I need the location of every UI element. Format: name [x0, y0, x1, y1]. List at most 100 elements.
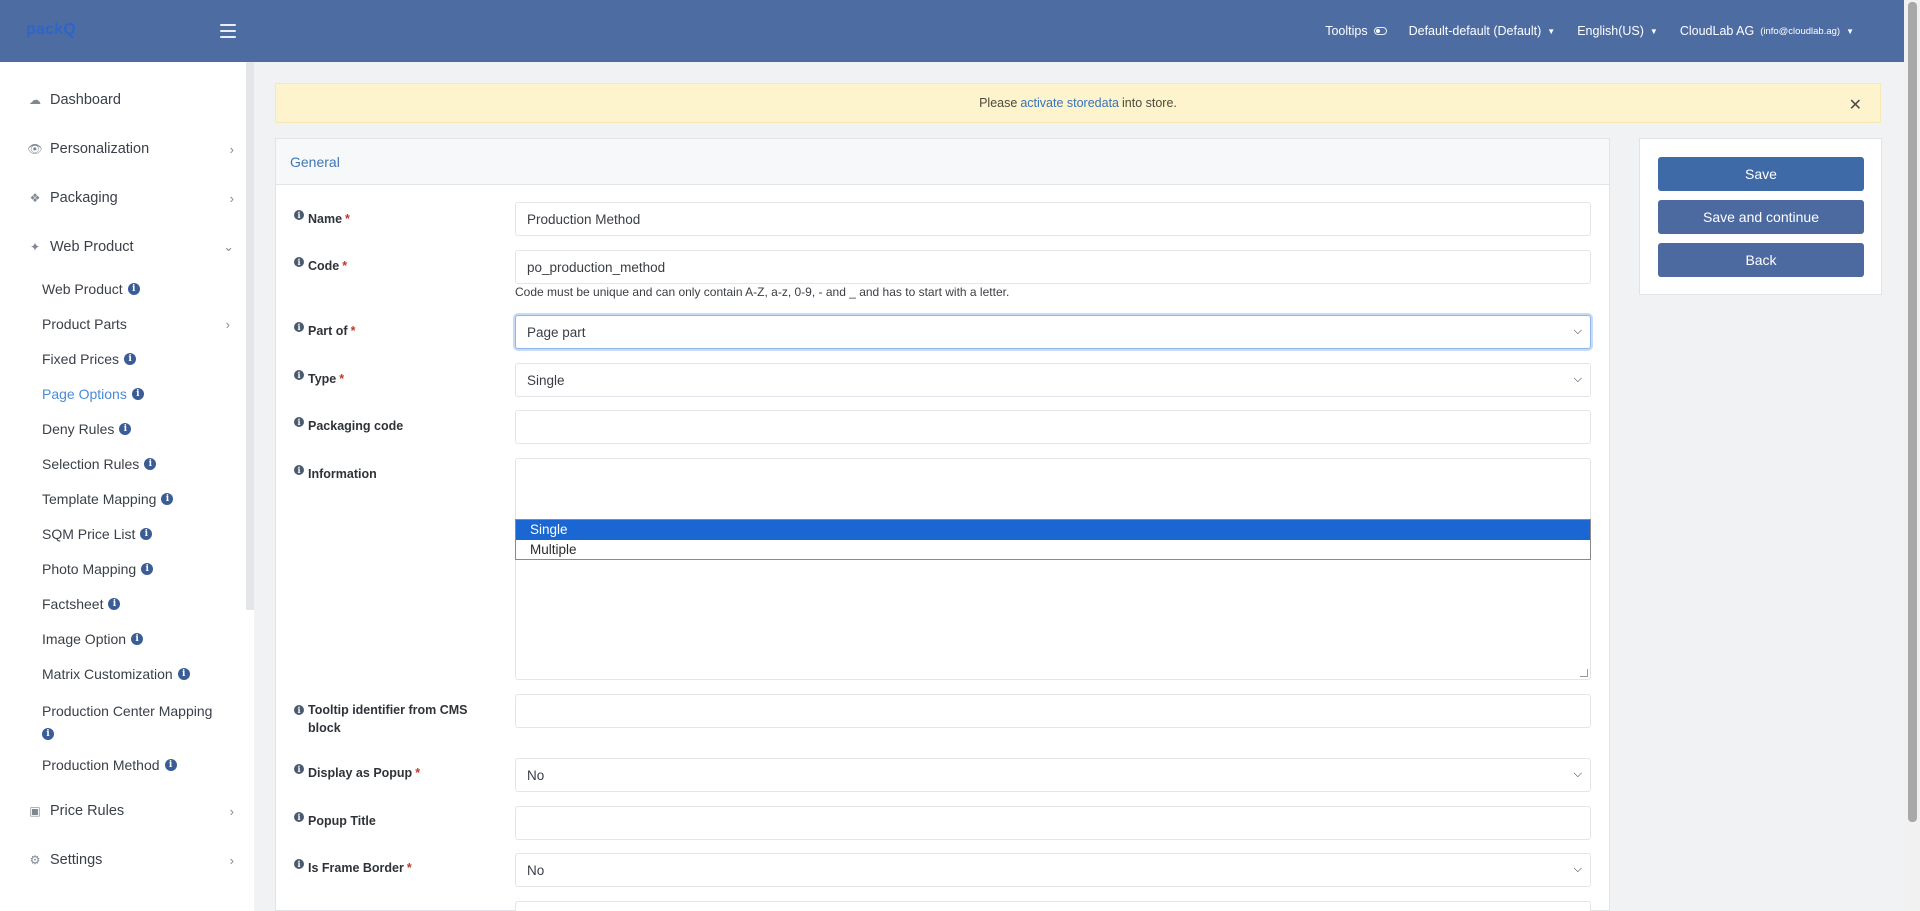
sidebar-subitem-photo-mapping[interactable]: Photo Mapping i [42, 561, 230, 577]
sidebar-subitem-deny-rules[interactable]: Deny Rules i [42, 421, 230, 437]
sidebar-subitem-label: Production Method [42, 757, 160, 773]
sidebar-item-packaging[interactable]: ❖ Packaging › [28, 190, 234, 206]
save-and-continue-button[interactable]: Save and continue [1658, 200, 1864, 234]
sidebar-item-label: Packaging [50, 190, 118, 206]
info-icon: i [294, 859, 304, 869]
sidebar-item-settings[interactable]: ⚙ Settings › [28, 852, 234, 868]
info-icon: i [294, 370, 304, 380]
info-icon: i [294, 465, 304, 475]
alert-text-prefix: Please [979, 96, 1018, 110]
sidebar-item-label: Settings [50, 852, 103, 868]
sidebar-subitem-selection-rules[interactable]: Selection Rules i [42, 456, 230, 472]
type-option-multiple[interactable]: Multiple [516, 540, 1590, 560]
sidebar-subitem-label: Page Options [42, 386, 127, 402]
display-as-popup-select[interactable]: No ⌵ [515, 758, 1591, 792]
sidebar-item-label: Price Rules [50, 803, 125, 819]
app-logo[interactable]: packQ [26, 21, 76, 39]
language-dropdown[interactable]: English(US) ▼ [1577, 24, 1658, 38]
sidebar-scrollbar[interactable] [246, 62, 254, 610]
menu-toggle-icon[interactable] [220, 24, 236, 38]
sidebar-item-web-product[interactable]: ✦ Web Product ⌄ [28, 239, 234, 255]
sidebar-subitem-sqm-price-list[interactable]: SQM Price List i [42, 526, 230, 542]
resize-handle-icon[interactable] [1580, 669, 1588, 677]
popup-title-input[interactable] [515, 806, 1591, 840]
company-label: CloudLab AG [1679, 24, 1755, 38]
info-icon: i [294, 812, 304, 822]
name-input[interactable]: Production Method [515, 202, 1591, 236]
sidebar-subitem-product-parts[interactable]: Product Parts › [42, 316, 230, 332]
sidebar-subitem-fixed-prices[interactable]: Fixed Prices i [42, 351, 230, 367]
sidebar-subitem-matrix-customization[interactable]: Matrix Customization i [42, 666, 230, 682]
chevron-down-icon: ⌵ [1573, 863, 1582, 875]
sidebar-item-personalization[interactable]: 👁 Personalization › [27, 141, 234, 157]
sidebar-subitem-production-method[interactable]: Production Method i [42, 757, 230, 773]
sidebar-item-label: Personalization [50, 141, 150, 157]
tooltip-identifier-input[interactable] [515, 694, 1591, 728]
back-button[interactable]: Back [1658, 243, 1864, 277]
sidebar-subitem-image-option[interactable]: Image Option i [42, 631, 230, 647]
sidebar-subitem-label: Fixed Prices [42, 351, 120, 367]
caret-down-icon: ▼ [1649, 26, 1658, 36]
part-of-select[interactable]: Page part ⌵ [515, 315, 1591, 349]
info-icon: i [141, 563, 154, 575]
info-icon: i [294, 210, 304, 220]
info-icon: i [294, 705, 304, 715]
chevron-right-icon: › [229, 852, 234, 868]
sidebar-subitem-label: Matrix Customization [42, 666, 173, 682]
activate-storedata-link[interactable]: activate storedata [1020, 96, 1119, 110]
close-icon[interactable]: ✕ [1849, 95, 1862, 115]
sidebar-subitem-factsheet[interactable]: Factsheet i [42, 596, 230, 612]
next-field-partial[interactable] [515, 901, 1591, 911]
type-select[interactable]: Single ⌵ [515, 363, 1591, 397]
name-label: i Name * [294, 210, 350, 228]
code-input[interactable]: po_production_method [515, 250, 1591, 284]
info-icon: i [164, 759, 177, 771]
info-icon: i [294, 257, 304, 267]
info-icon: i [131, 633, 144, 645]
sidebar-subitem-label: Factsheet [42, 596, 104, 612]
is-frame-border-label: i Is Frame Border * [294, 859, 412, 877]
save-button[interactable]: Save [1658, 157, 1864, 191]
sidebar-subitem-page-options[interactable]: Page Options i [42, 386, 230, 402]
sidebar-subitem-template-mapping[interactable]: Template Mapping i [42, 491, 230, 507]
sidebar-item-label: Dashboard [50, 92, 121, 108]
information-textarea[interactable] [515, 458, 1591, 680]
account-dropdown[interactable]: CloudLab AG (info@cloudlab.ag) ▼ [1680, 24, 1854, 38]
type-label: i Type * [294, 370, 344, 388]
scrollbar-thumb[interactable] [1908, 2, 1917, 822]
sidebar: ☁ Dashboard 👁 Personalization › ❖ Packag… [0, 62, 254, 911]
sidebar-item-dashboard[interactable]: ☁ Dashboard [28, 92, 234, 108]
is-frame-border-value: No [527, 862, 545, 878]
store-activation-alert: Please activate storedata into store. ✕ [275, 83, 1881, 123]
is-frame-border-select[interactable]: No ⌵ [515, 853, 1591, 887]
chevron-right-icon: › [229, 803, 234, 819]
toggle-icon[interactable] [1373, 27, 1387, 35]
cloud-icon: ☁ [29, 93, 41, 107]
part-of-label: i Part of * [294, 322, 355, 340]
info-icon: i [177, 668, 190, 680]
account-email: (info@cloudlab.ag) [1760, 25, 1841, 37]
info-icon: i [140, 528, 153, 540]
alert-text-suffix: into store. [1122, 96, 1177, 110]
tooltips-label: Tooltips [1325, 24, 1368, 38]
sidebar-subitem-label: Deny Rules [42, 421, 115, 437]
info-icon: i [108, 598, 121, 610]
part-of-value: Page part [527, 324, 586, 340]
gears-icon: ⚙ [29, 853, 41, 867]
store-view-dropdown[interactable]: Default-default (Default) ▼ [1409, 24, 1556, 38]
name-input-value: Production Method [527, 211, 641, 227]
packaging-code-input[interactable] [515, 410, 1591, 444]
chevron-right-icon: › [229, 190, 234, 206]
sidebar-item-label: Web Product [50, 239, 134, 255]
info-icon: i [144, 458, 157, 470]
tooltips-toggle[interactable]: Tooltips [1325, 24, 1387, 38]
sidebar-subitem-label: Image Option [42, 631, 127, 647]
caret-down-icon: ▼ [1846, 26, 1854, 36]
sidebar-subitem-web-product[interactable]: Web Product i [42, 281, 230, 297]
type-option-single[interactable]: Single [516, 520, 1590, 540]
chevron-down-icon: ⌵ [1573, 373, 1582, 385]
sidebar-item-price-rules[interactable]: ▣ Price Rules › [28, 803, 234, 819]
sidebar-subitem-production-center-mapping[interactable]: Production Center Mapping i [42, 701, 230, 741]
page-scrollbar[interactable] [1904, 0, 1920, 911]
code-hint: Code must be unique and can only contain… [515, 285, 1010, 299]
